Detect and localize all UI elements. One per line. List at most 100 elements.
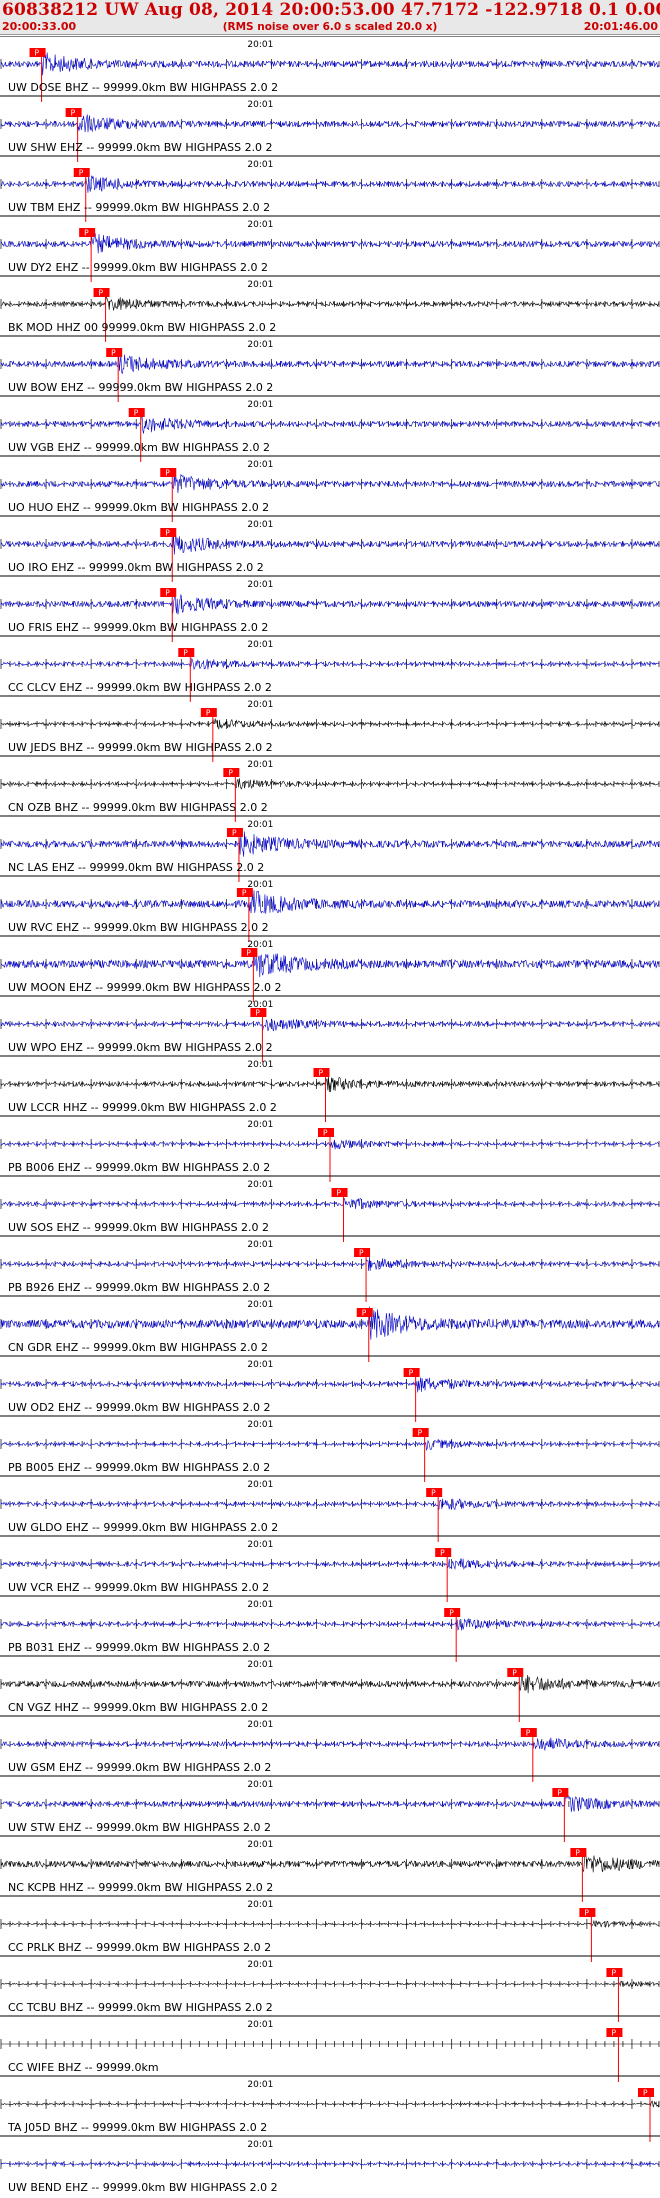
waveform bbox=[0, 414, 660, 434]
minute-mark-label: 20:01 bbox=[247, 1300, 273, 1310]
trace-row: 20:01 P PB B031 EHZ -- 99999.0km BW HIGHPA… bbox=[0, 1595, 660, 1662]
minute-mark-label: 20:01 bbox=[247, 640, 273, 650]
station-label: PB B926 EHZ -- 99999.0km BW HIGHPASS 2.0… bbox=[8, 1281, 270, 1294]
trace-row: 20:01 P UW SOS EHZ -- 99999.0km BW HIGHPAS… bbox=[0, 1175, 660, 1242]
pick-label: P bbox=[165, 529, 170, 538]
waveform bbox=[0, 1920, 660, 1928]
waveform bbox=[0, 1377, 660, 1393]
station-label: CC TCBU BHZ -- 99999.0km BW HIGHPASS 2.0… bbox=[8, 2001, 273, 2014]
pick-label: P bbox=[431, 1489, 436, 1498]
pick-label: P bbox=[418, 1429, 423, 1438]
trace-row: 20:01 P UW GLDO EHZ -- 99999.0km BW HIGHPA… bbox=[0, 1475, 660, 1542]
trace-row: 20:01 P UW DOSE BHZ -- 99999.0km BW HIGHPA… bbox=[0, 36, 660, 102]
station-label: UW LCCR HHZ -- 99999.0km BW HIGHPASS 2.0… bbox=[8, 1101, 277, 1114]
minute-mark-label: 20:01 bbox=[247, 1420, 273, 1430]
trace-row: 20:01 P CC PRLK BHZ -- 99999.0km BW HIGHPA… bbox=[0, 1895, 660, 1962]
trace-row: 20:01 P UW SHW EHZ -- 99999.0km BW HIGHPAS… bbox=[0, 95, 660, 162]
minute-mark-label: 20:01 bbox=[247, 100, 273, 110]
trace-row: 20:01PUW MOON EHZ -- 99999.0km BW HIGHPA… bbox=[0, 935, 660, 1002]
seismogram-plot: 20:01 P UW DOSE BHZ -- 99999.0km BW HIGHPA… bbox=[0, 36, 660, 2194]
pick-label: P bbox=[246, 949, 251, 958]
pick-label: P bbox=[206, 709, 211, 718]
pick-label: P bbox=[611, 1969, 616, 1978]
waveform bbox=[0, 296, 660, 311]
waveform bbox=[0, 1076, 660, 1093]
station-label: CC WIFE BHZ -- 99999.0km bbox=[8, 2061, 159, 2074]
pick-label: P bbox=[557, 1789, 562, 1798]
station-label: UW DOSE BHZ -- 99999.0km BW HIGHPASS 2.0… bbox=[8, 81, 278, 94]
waveform bbox=[0, 890, 660, 914]
pick-label: P bbox=[99, 289, 104, 298]
trace-row: 20:01 P UW TBM EHZ -- 99999.0km BW HIGHPAS… bbox=[0, 155, 660, 222]
trace-row: 20:01PUW RVC EHZ -- 99999.0km BW HIGHPAS… bbox=[0, 875, 660, 942]
station-label: BK MOD HHZ 00 99999.0km BW HIGHPASS 2.0 … bbox=[8, 321, 276, 334]
minute-mark-label: 20:01 bbox=[247, 460, 273, 470]
station-label: UW DY2 EHZ -- 99999.0km BW HIGHPASS 2.0 … bbox=[8, 261, 268, 274]
trace-row: 20:01 P PB B005 EHZ -- 99999.0km BW HIGHPA… bbox=[0, 1415, 660, 1482]
pick-label: P bbox=[611, 2029, 616, 2038]
header-bar: 60838212 UW Aug 08, 2014 20:00:53.00 47.… bbox=[0, 0, 660, 35]
waveform bbox=[0, 1737, 660, 1751]
waveform bbox=[0, 1617, 660, 1632]
trace-row: 20:01 P CC WIFE BHZ -- 99999.0km bbox=[0, 2015, 660, 2082]
station-label: PB B005 EHZ -- 99999.0km BW HIGHPASS 2.0… bbox=[8, 1461, 270, 1474]
trace-row: 20:01 P NC KCPB HHZ -- 99999.0km BW HIGHPA… bbox=[0, 1835, 660, 1902]
pick-label: P bbox=[228, 769, 233, 778]
pick-label: P bbox=[362, 1309, 367, 1318]
minute-mark-label: 20:01 bbox=[247, 1660, 273, 1670]
trace-row: 20:01 P BK MOD HHZ 00 99999.0km BW HIGHPAS… bbox=[0, 275, 660, 342]
pick-label: P bbox=[84, 229, 89, 238]
minute-mark-label: 20:01 bbox=[247, 700, 273, 710]
waveform bbox=[0, 232, 660, 254]
pick-label: P bbox=[79, 169, 84, 178]
minute-mark-label: 20:01 bbox=[247, 1360, 273, 1370]
pick-label: P bbox=[35, 49, 40, 58]
waveform bbox=[0, 1018, 660, 1032]
event-title: 60838212 UW Aug 08, 2014 20:00:53.00 47.… bbox=[2, 0, 660, 20]
minute-mark-label: 20:01 bbox=[247, 2020, 273, 2030]
waveform bbox=[0, 1558, 660, 1570]
pick-label: P bbox=[323, 1129, 328, 1138]
minute-mark-label: 20:01 bbox=[247, 340, 273, 350]
station-label: UW OD2 EHZ -- 99999.0km BW HIGHPASS 2.0 … bbox=[8, 1401, 271, 1414]
minute-mark-label: 20:01 bbox=[247, 1180, 273, 1190]
station-label: PB B031 EHZ -- 99999.0km BW HIGHPASS 2.0… bbox=[8, 1641, 270, 1654]
station-label: UW STW EHZ -- 99999.0km BW HIGHPASS 2.0 … bbox=[8, 1821, 271, 1834]
station-label: CN OZB BHZ -- 99999.0km BW HIGHPASS 2.0 … bbox=[8, 801, 268, 814]
waveform bbox=[0, 2100, 660, 2108]
station-label: NC KCPB HHZ -- 99999.0km BW HIGHPASS 2.0… bbox=[8, 1881, 273, 1894]
trace-row: 20:01 P TA J05D BHZ -- 99999.0km BW HIGHPA… bbox=[0, 2075, 660, 2142]
station-label: UW GSM EHZ -- 99999.0km BW HIGHPASS 2.0 … bbox=[8, 1761, 271, 1774]
minute-mark-label: 20:01 bbox=[247, 1720, 273, 1730]
minute-mark-label: 20:01 bbox=[247, 160, 273, 170]
waveform bbox=[0, 533, 660, 555]
minute-mark-label: 20:01 bbox=[247, 1060, 273, 1070]
minute-mark-label: 20:01 bbox=[247, 40, 273, 50]
trace-row: 20:01 P UW LCCR HHZ -- 99999.0km BW HIGHPA… bbox=[0, 1055, 660, 1122]
trace-row: 20:01 P UW JEDS BHZ -- 99999.0km BW HIGHPA… bbox=[0, 695, 660, 762]
waveform bbox=[0, 949, 660, 978]
waveform bbox=[0, 114, 660, 133]
trace-row: 20:01 P UO FRIS EHZ -- 99999.0km BW HIGHPA… bbox=[0, 575, 660, 642]
station-label: UW TBM EHZ -- 99999.0km BW HIGHPASS 2.0 … bbox=[8, 201, 270, 214]
trace-row: 20:01 UW BEND EHZ -- 99999.0km BW HIGHPAS… bbox=[0, 2135, 660, 2194]
station-label: UW WPO EHZ -- 99999.0km BW HIGHPASS 2.0 … bbox=[8, 1041, 273, 1054]
minute-mark-label: 20:01 bbox=[247, 2080, 273, 2090]
trace-row: 20:01 P CC TCBU BHZ -- 99999.0km BW HIGHPA… bbox=[0, 1955, 660, 2022]
trace-row: 20:01 P CC CLCV EHZ -- 99999.0km BW HIGHPA… bbox=[0, 635, 660, 702]
station-label: UW GLDO EHZ -- 99999.0km BW HIGHPASS 2.0… bbox=[8, 1521, 278, 1534]
trace-row: 20:01 P UW GSM EHZ -- 99999.0km BW HIGHPAS… bbox=[0, 1715, 660, 1782]
pick-label: P bbox=[111, 349, 116, 358]
waveform bbox=[0, 778, 660, 790]
minute-mark-label: 20:01 bbox=[247, 820, 273, 830]
trace-row: 20:01 P UW STW EHZ -- 99999.0km BW HIGHPAS… bbox=[0, 1775, 660, 1842]
trace-row: 20:01 P UW BOW EHZ -- 99999.0km BW HIGHPAS… bbox=[0, 335, 660, 402]
station-label: UW SOS EHZ -- 99999.0km BW HIGHPASS 2.0 … bbox=[8, 1221, 269, 1234]
pick-label: P bbox=[512, 1669, 517, 1678]
waveform bbox=[0, 1197, 660, 1210]
station-label: CN VGZ HHZ -- 99999.0km BW HIGHPASS 2.0 … bbox=[8, 1701, 268, 1714]
trace-row: 20:01 P CN OZB BHZ -- 99999.0km BW HIGHPAS… bbox=[0, 755, 660, 822]
station-label: UO IRO EHZ -- 99999.0km BW HIGHPASS 2.0 … bbox=[8, 561, 264, 574]
pick-label: P bbox=[440, 1549, 445, 1558]
trace-row: 20:01 P UW DY2 EHZ -- 99999.0km BW HIGHPAS… bbox=[0, 215, 660, 282]
